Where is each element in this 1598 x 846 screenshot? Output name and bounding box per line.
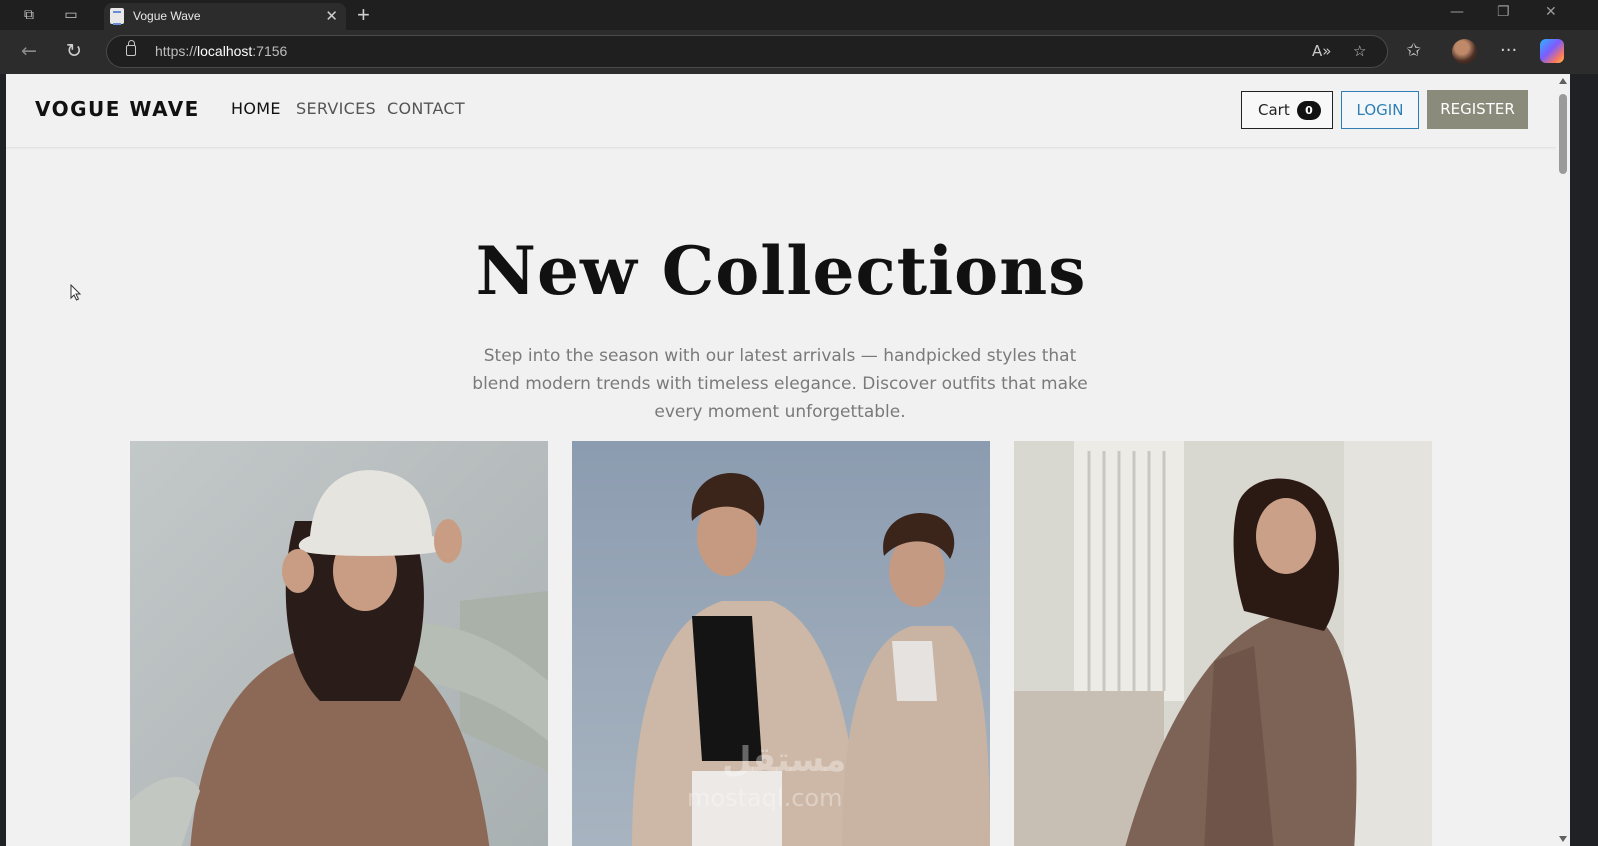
mouse-cursor-icon [70,284,82,301]
read-aloud-icon[interactable]: A» [1312,42,1331,60]
cart-count-badge: 0 [1297,101,1321,120]
collection-image-3[interactable] [1014,441,1432,846]
address-bar[interactable]: https://localhost:7156 A» ☆ [106,35,1388,68]
register-button[interactable]: REGISTER [1427,90,1528,129]
more-icon[interactable]: ··· [1500,40,1517,61]
favorites-icon[interactable]: ✩ [1406,40,1421,61]
tab-strip: ⧉ ▭ Vogue Wave ✕ + — ❐ ✕ [0,0,1598,30]
collection-image-2[interactable]: مستقل mostaql.com [572,441,990,846]
refresh-icon[interactable]: ↻ [66,40,82,62]
scroll-down-icon[interactable] [1559,836,1567,842]
close-window-icon[interactable]: ✕ [1545,4,1557,20]
site-header: VOGUE WAVE HOME SERVICES CONTACT Cart 0 … [6,74,1556,148]
lock-icon[interactable] [126,40,136,56]
url-text[interactable]: https://localhost:7156 [155,43,287,59]
nav-contact[interactable]: CONTACT [387,99,465,118]
nav-home[interactable]: HOME [231,99,281,118]
page-favicon [110,8,124,25]
collection-image-1[interactable] [130,441,548,846]
hero-subtitle: Step into the season with our latest arr… [472,346,1088,422]
profile-avatar[interactable] [1452,39,1477,64]
svg-text:mostaql.com: mostaql.com [687,784,842,812]
vertical-tabs-icon[interactable]: ▭ [61,5,81,25]
hero-title: New Collections [475,232,1087,310]
scroll-thumb[interactable] [1559,94,1567,174]
nav-services[interactable]: SERVICES [296,99,376,118]
svg-text:مستقل: مستقل [722,740,846,780]
browser-tab[interactable]: Vogue Wave ✕ [104,3,346,30]
new-tab-plus-icon[interactable]: + [357,2,370,28]
page-scrollbar[interactable] [1556,74,1570,846]
cart-label: Cart [1258,101,1290,119]
login-button[interactable]: LOGIN [1341,91,1419,129]
window-edge [1570,74,1598,846]
copilot-icon[interactable] [1540,39,1564,63]
brand-logo[interactable]: VOGUE WAVE [35,97,200,121]
cart-button[interactable]: Cart 0 [1241,91,1333,129]
restore-icon[interactable]: ❐ [1497,4,1510,20]
scroll-up-icon[interactable] [1559,78,1567,84]
minimize-icon[interactable]: — [1450,4,1464,20]
close-tab-icon[interactable]: ✕ [325,7,338,25]
favorite-star-icon[interactable]: ☆ [1353,42,1366,60]
tab-title: Vogue Wave [133,9,201,23]
browser-toolbar: ← ↻ https://localhost:7156 A» ☆ ✩ ··· [0,30,1598,74]
page-viewport: VOGUE WAVE HOME SERVICES CONTACT Cart 0 … [6,74,1556,846]
back-icon[interactable]: ← [21,40,37,62]
tab-actions-icon[interactable]: ⧉ [19,5,39,25]
